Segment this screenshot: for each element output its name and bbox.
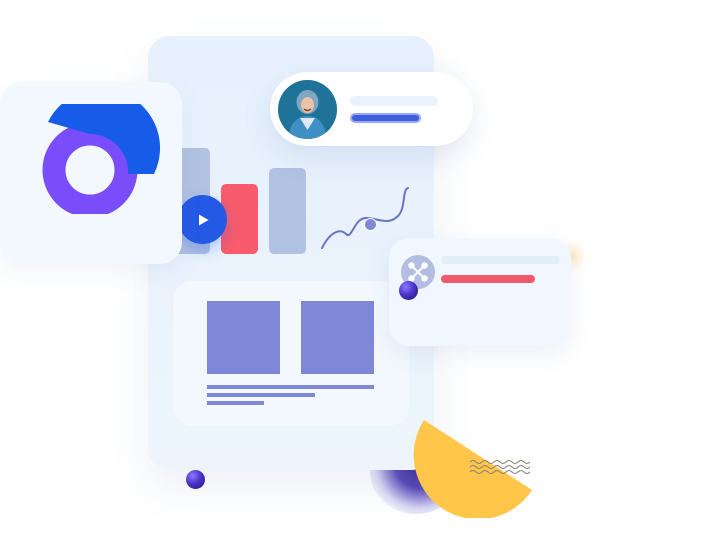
play-icon <box>198 214 208 225</box>
profile-name-placeholder <box>350 96 438 106</box>
illustration <box>0 0 709 544</box>
donut-chart <box>42 104 161 214</box>
text-line-1 <box>207 385 374 389</box>
play-button[interactable] <box>178 195 227 244</box>
donut-segment-purple <box>42 122 138 214</box>
bar-3 <box>269 168 306 254</box>
info-progress-placeholder <box>441 275 535 283</box>
avatar[interactable] <box>278 80 337 139</box>
avatar-icon <box>278 80 337 139</box>
thumbnail-1 <box>207 301 280 374</box>
text-line-3 <box>207 401 264 405</box>
yellow-shape <box>413 420 532 518</box>
thumbnail-2 <box>301 301 374 374</box>
purple-orb <box>399 281 418 300</box>
info-title-placeholder <box>441 256 560 264</box>
text-line-2 <box>207 393 315 397</box>
profile-detail-placeholder <box>350 113 421 123</box>
purple-orb <box>186 470 205 489</box>
trend-point <box>364 218 377 231</box>
